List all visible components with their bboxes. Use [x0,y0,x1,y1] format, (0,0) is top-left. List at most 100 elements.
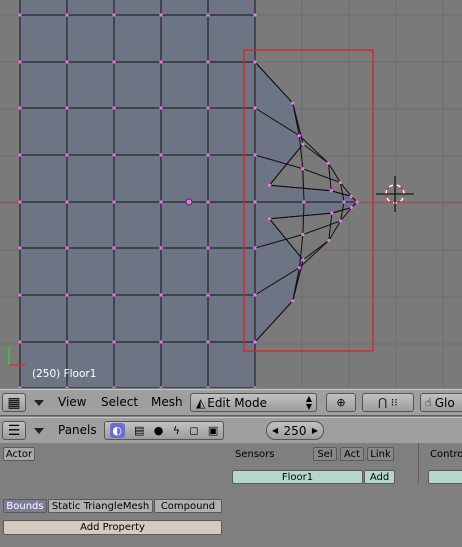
mesh-vertex [159,200,163,204]
mesh-vertex [301,258,305,262]
menu-select[interactable]: Select [101,395,138,409]
controllers-label: Contro [430,449,462,460]
mesh-vertex [327,238,331,243]
mesh-vertex [206,13,210,17]
panel-divider [418,443,419,483]
mesh-vertex [18,153,22,157]
mesh-vertex [253,293,257,297]
mesh-vertex [253,200,257,204]
mode-selector[interactable]: ◭ Edit Mode ▲ ▼ [190,393,317,412]
logic-panels: Actor Sensors Sel Act Link Contro Floor1… [0,443,462,547]
mesh-vertex [18,340,22,344]
object-context-icon[interactable]: ϟ [173,424,180,437]
mesh-vertex [65,340,69,344]
object-origin [185,198,193,206]
mesh-vertex [342,200,346,204]
mesh-vertex [297,266,301,270]
mesh-vertex [65,246,69,250]
mesh-vertex [253,60,257,64]
mesh-vertex [159,246,163,250]
mesh-vertex [329,189,333,193]
header-collapse-arrow-icon[interactable] [34,400,44,406]
sensors-sel-button[interactable]: Sel [313,447,337,461]
mesh-vertex [65,13,69,17]
mesh-vertex [112,60,116,64]
mesh-vertex [18,106,22,110]
mesh-vertex [302,200,306,204]
script-context-icon[interactable]: ▤ [134,424,144,437]
edit-mode-icon: ◭ [196,395,206,410]
menu-view[interactable]: View [58,395,86,409]
sensors-link-button[interactable]: Link [367,447,394,461]
mesh-vertex [18,60,22,64]
mesh-vertex [112,13,116,17]
actor-button[interactable]: Actor [3,447,35,461]
mesh-vertex [267,183,272,187]
mesh-vertex [326,161,331,165]
buttons-editor-type-button[interactable]: ☰ [2,421,26,440]
pivot-icon: ⊕ [336,396,346,409]
3d-viewport[interactable]: (250) Floor1 [0,0,462,388]
frame-value[interactable]: 250 [284,424,307,438]
mesh-vertex [338,219,343,223]
compound-toggle[interactable]: Compound [154,499,222,513]
mesh-vertex [65,153,69,157]
mesh-vertex [253,246,257,250]
menu-lines-icon: ☰ [7,422,21,439]
updown-icon: ▲ ▼ [305,393,312,411]
mesh-vertex [112,293,116,297]
sensor-add-button[interactable]: Add [364,470,395,484]
mesh-vertex [206,293,210,297]
menu-mesh[interactable]: Mesh [151,395,183,409]
mesh-vertex [65,60,69,64]
mesh-vertex [112,106,116,110]
mesh-vertex [253,153,257,157]
frame-next-icon[interactable]: ▶ [312,426,318,435]
buttons-collapse-arrow-icon[interactable] [34,428,44,434]
add-property-button[interactable]: Add Property [3,520,222,535]
mesh-vertex [159,153,163,157]
mesh-vertex [253,106,257,110]
mesh-vertex [112,153,116,157]
mesh-vertex [65,200,69,204]
bounds-toggle[interactable]: Bounds [3,499,47,513]
context-buttons-group[interactable]: ◐ ▤ ● ϟ ◻ ▣ [104,421,224,440]
mesh-vertex [301,167,305,171]
mesh-vertex [349,205,354,210]
logic-context-icon[interactable]: ◐ [109,423,125,438]
frame-prev-icon[interactable]: ◀ [272,426,278,435]
sensors-act-button[interactable]: Act [340,447,364,461]
pivot-button[interactable]: ⊕ [326,393,356,412]
snap-toggle-group[interactable]: ⋂ ⁝⁝ [362,393,414,412]
global-orientation-button[interactable]: ☝ Glo [420,393,462,412]
floor-face [20,0,255,388]
mesh-vertex [206,340,210,344]
mesh-vertex [159,60,163,64]
mesh-vertex [206,200,210,204]
mesh-vertex [206,246,210,250]
mesh-vertex [65,106,69,110]
mesh-vertex [112,246,116,250]
bounds-type-select[interactable]: Static TriangleMesh [48,499,153,513]
mesh-vertex [349,194,353,198]
magnet-icon: ⋂ [378,396,388,409]
mesh-vertex [253,13,257,17]
frame-counter[interactable]: ◀ 250 ▶ [266,421,324,440]
mesh-vertex [330,211,334,215]
mesh-vertex [267,217,272,221]
hand-icon: ☝ [425,396,432,409]
shading-context-icon[interactable]: ● [154,424,164,437]
editing-context-icon[interactable]: ◻ [189,424,198,437]
scene-context-icon[interactable]: ▣ [208,424,218,437]
mesh-vertex [206,60,210,64]
controller-object-button[interactable] [428,470,462,484]
panels-menu[interactable]: Panels [58,423,97,437]
mesh-vertex [355,200,359,204]
sensor-object-name[interactable]: Floor1 [232,470,363,484]
mesh-vertex [206,106,210,110]
mesh-vertex [159,340,163,344]
editor-type-button[interactable]: ▦ [2,393,26,412]
viewport-canvas[interactable] [0,0,462,388]
mesh-vertex [18,13,22,17]
mesh-vertex [291,101,295,105]
